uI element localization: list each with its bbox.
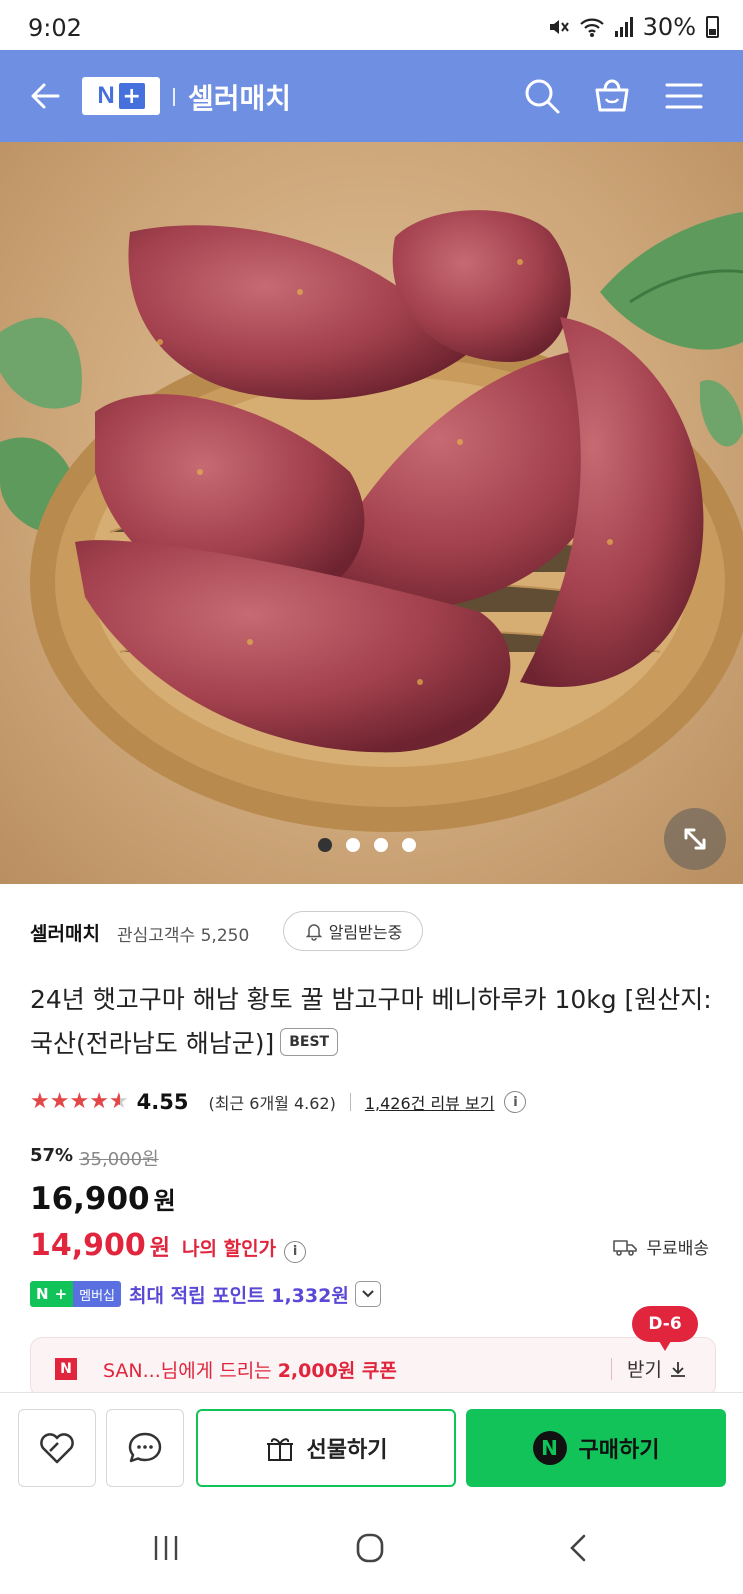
home-icon[interactable] [350,1530,390,1566]
battery-text: 30% [642,13,696,41]
bottom-action-bar: 선물하기 N 구매하기 [0,1392,743,1494]
wishlist-button[interactable] [18,1409,96,1487]
heart-icon [40,1433,74,1464]
info-icon[interactable]: i [284,1240,307,1263]
followers-count: 5,250 [200,926,250,946]
best-badge: BEST [280,1028,339,1056]
logo-plus: + [118,83,145,109]
coupon-get-label: 받기 [627,1359,662,1381]
star-icon: ★ [69,1089,90,1114]
naver-plus-logo[interactable]: N + [82,77,160,115]
coupon-text: SAN...님에게 드리는 2,000원 쿠폰 [103,1356,397,1383]
followers-label: 관심고객수 5,250 [117,921,249,946]
status-icons: 30% [547,13,719,41]
naver-pay-icon: N [532,1431,567,1465]
price-unit: 원 [153,1187,176,1215]
naver-logo-icon: N [55,1358,77,1380]
followers-text: 관심고객수 [117,926,196,946]
carousel-dot[interactable] [402,838,416,852]
carousel-dot[interactable] [346,838,360,852]
my-price: 14,900 [30,1228,146,1263]
rating-score: 4.55 [136,1090,189,1114]
carousel-dot[interactable] [374,838,388,852]
shipping-label: 무료배송 [646,1239,709,1259]
product-title-block: 24년 햇고구마 해남 황토 꿀 밤고구마 베니하루카 10kg [원산지:국산… [30,978,720,1066]
battery-icon [706,16,719,38]
my-price-label: 나의 할인가 [182,1238,277,1260]
np-n: N [36,1285,49,1303]
expand-image-button[interactable] [664,808,726,870]
chat-button[interactable] [106,1409,184,1487]
recent-rating: (최근 6개월 4.62) [208,1094,336,1113]
alarm-button[interactable]: 알림받는중 [283,911,423,951]
chevron-down-icon[interactable] [354,1281,381,1307]
signal-icon [614,17,633,37]
logo-n: N [97,82,115,109]
np-label: N + [30,1281,74,1307]
rating-stars: ★ ★ ★ ★ ★ [30,1091,129,1113]
alarm-label: 알림받는중 [328,923,403,942]
discount-row: 57% 35,000원 [30,1145,159,1171]
coupon-amount: 2,000원 쿠폰 [277,1360,397,1382]
price-row: 16,900 원 [30,1181,176,1217]
search-icon[interactable] [520,74,564,118]
download-icon [670,1361,685,1377]
product-image[interactable] [0,142,743,884]
gift-icon [266,1438,293,1461]
carousel-dots[interactable] [318,838,416,852]
sale-price: 16,900 [30,1181,150,1217]
half-star-icon: ★ [108,1089,129,1114]
points-row[interactable]: N + 멤버십 최대 적립 포인트 1,332원 [30,1279,381,1309]
gift-label: 선물하기 [306,1438,388,1463]
np-plus: + [54,1285,68,1303]
back-icon[interactable] [560,1530,600,1566]
header-divider [173,88,175,106]
buy-button[interactable]: N 구매하기 [466,1409,726,1487]
divider [611,1358,612,1380]
rating-row: ★ ★ ★ ★ ★ 4.55 (최근 6개월 4.62) 1,426건 리뷰 보기 i [30,1087,527,1117]
sweet-potato-photo [0,210,743,832]
divider [349,1093,351,1111]
free-shipping: 무료배송 [612,1234,709,1259]
membership-label: 멤버십 [73,1281,122,1307]
review-link[interactable]: 1,426건 리뷰 보기 [365,1090,495,1114]
star-icon: ★ [49,1089,70,1114]
expand-icon [684,828,706,850]
coupon-get-button[interactable]: 받기 [627,1355,688,1382]
shopping-bag-icon[interactable] [590,74,634,118]
dday-badge: D-6 [632,1306,698,1351]
buy-label: 구매하기 [578,1438,660,1463]
recent-apps-icon[interactable] [146,1530,186,1566]
discount-rate: 57% [30,1145,74,1166]
app-header: N + 셀러매치 [0,50,743,142]
my-price-row: 14,900 원 나의 할인가 i [30,1228,307,1263]
carousel-dot[interactable] [318,838,332,852]
gift-button[interactable]: 선물하기 [196,1409,456,1487]
status-bar: 9:02 30% [0,0,743,50]
back-arrow-icon[interactable] [24,74,68,118]
chat-icon [128,1432,162,1463]
coupon-banner[interactable]: N SAN...님에게 드리는 2,000원 쿠폰 받기 [30,1337,716,1397]
naver-plus-membership-badge: N + 멤버십 [30,1281,122,1307]
store-name[interactable]: 셀러매치 [188,77,291,117]
info-icon[interactable]: i [504,1091,527,1113]
mute-icon [549,20,569,34]
star-icon: ★ [89,1089,109,1114]
my-price-unit: 원 [149,1236,171,1261]
system-nav-bar [0,1502,743,1594]
coupon-prefix: SAN...님에게 드리는 [103,1360,278,1382]
star-icon: ★ [30,1089,50,1114]
menu-icon[interactable] [662,74,706,118]
max-points-text: 최대 적립 포인트 1,332원 [129,1284,349,1307]
truck-icon [613,1239,638,1256]
status-time: 9:02 [28,14,82,42]
wifi-icon [579,18,604,37]
product-title: 24년 햇고구마 해남 황토 꿀 밤고구마 베니하루카 10kg [원산지:국산… [30,985,712,1058]
original-price: 35,000원 [79,1149,159,1170]
seller-name[interactable]: 셀러매치 [30,919,100,946]
bell-icon [305,924,322,941]
